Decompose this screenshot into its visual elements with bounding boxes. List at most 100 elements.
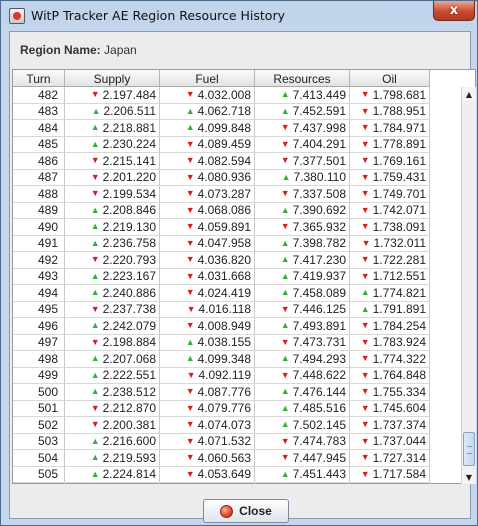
- cell-value: 2.230.224: [102, 137, 156, 152]
- arrow-down-icon: ▼: [360, 155, 370, 166]
- cell-turn: 482: [13, 87, 65, 104]
- cell-fuel: ▼ 4.068.086: [160, 202, 255, 219]
- cell-oil: ▼ 1.774.322: [350, 351, 430, 368]
- column-header-resources[interactable]: Resources: [255, 70, 350, 87]
- cell-oil: ▼ 1.742.071: [350, 202, 430, 219]
- column-header-fuel[interactable]: Fuel: [160, 70, 255, 87]
- arrow-down-icon: ▼: [360, 171, 370, 182]
- cell-value: 7.437.998: [292, 120, 346, 135]
- arrow-down-icon: ▼: [360, 369, 370, 380]
- cell-turn: 493: [13, 268, 65, 285]
- cell-value: 1.755.334: [372, 384, 426, 399]
- table-row[interactable]: 488 ▼ 2.199.534 ▼ 4.073.287 ▼ 7.337.508 ▼ 1.749.…: [13, 186, 461, 203]
- table-row[interactable]: 484 ▲ 2.218.881 ▲ 4.099.848 ▼ 7.437.998 ▼ 1.784.…: [13, 120, 461, 137]
- cell-resources: ▲ 7.502.145: [255, 417, 350, 434]
- table-row[interactable]: 506▲2.237.278▼4.047.738▲7.467.917▼1.707.…: [13, 483, 461, 484]
- arrow-up-icon: ▲: [90, 452, 100, 463]
- column-header-supply[interactable]: Supply: [65, 70, 160, 87]
- cell-fuel: ▲ 4.099.348: [160, 351, 255, 368]
- table-row[interactable]: 492 ▼ 2.220.793 ▼ 4.036.820 ▲ 7.417.230 ▼ 1.722.…: [13, 252, 461, 269]
- cell-resources: ▼ 7.448.622: [255, 367, 350, 384]
- cell-supply: ▲ 2.238.512: [65, 384, 160, 401]
- arrow-up-icon: ▲: [280, 468, 290, 479]
- close-button[interactable]: Close: [203, 499, 289, 523]
- cell-oil: ▼ 1.784.254: [350, 318, 430, 335]
- cell-turn: 487: [13, 169, 65, 186]
- column-header-turn[interactable]: Turn: [13, 70, 65, 87]
- scroll-up-icon[interactable]: ▲: [462, 87, 476, 101]
- table-row[interactable]: 504 ▲ 2.219.593 ▼ 4.060.563 ▼ 7.447.945 ▼ 1.727.…: [13, 450, 461, 467]
- table-row[interactable]: 487 ▼ 2.201.220 ▼ 4.080.936 ▲ 7.380.110 ▼ 1.759.…: [13, 169, 461, 186]
- table-row[interactable]: 483 ▲ 2.206.511 ▲ 4.062.718 ▲ 7.452.591 ▼ 1.788.…: [13, 103, 461, 120]
- cell-turn: 498: [13, 351, 65, 368]
- cell-value: 4.036.820: [197, 252, 251, 267]
- scroll-thumb[interactable]: [463, 432, 475, 466]
- table-row[interactable]: 489 ▲ 2.208.846 ▼ 4.068.086 ▲ 7.390.692 ▼ 1.742.…: [13, 202, 461, 219]
- cell-oil: ▼ 1.717.584: [350, 466, 430, 483]
- cell-fuel: ▼ 4.089.459: [160, 136, 255, 153]
- cell-value: 7.337.508: [292, 186, 346, 201]
- cell-value: 4.087.776: [197, 384, 251, 399]
- cell-value: 1.738.091: [372, 219, 426, 234]
- arrow-down-icon: ▼: [185, 270, 195, 281]
- table-row[interactable]: 500 ▲ 2.238.512 ▼ 4.087.776 ▲ 7.476.144 ▼ 1.755.…: [13, 384, 461, 401]
- cell-oil: ▼ 1.738.091: [350, 219, 430, 236]
- arrow-up-icon: ▲: [90, 386, 100, 397]
- cell-value: 2.201.220: [102, 170, 156, 185]
- table-row[interactable]: 482 ▼ 2.197.484 ▼ 4.032.008 ▲ 7.413.449 ▼ 1.798.…: [13, 87, 461, 104]
- cell-value: 7.458.089: [292, 285, 346, 300]
- cell-value: 2.207.068: [102, 351, 156, 366]
- window-close-button[interactable]: x: [433, 1, 475, 21]
- table-row[interactable]: 497 ▼ 2.198.884 ▲ 4.038.155 ▼ 7.473.731 ▼ 1.783.…: [13, 334, 461, 351]
- cell-value: 2.224.814: [102, 467, 156, 482]
- vertical-scrollbar[interactable]: ▲ ▼: [461, 87, 476, 484]
- arrow-down-icon: ▼: [185, 468, 195, 479]
- arrow-down-icon: ▼: [280, 435, 290, 446]
- table-body: 482 ▼ 2.197.484 ▼ 4.032.008 ▲ 7.413.449 ▼ 1.798.…: [13, 87, 461, 484]
- cell-turn: 484: [13, 120, 65, 137]
- cell-fuel: ▼ 4.024.419: [160, 285, 255, 302]
- cell-value: 4.073.287: [197, 186, 251, 201]
- table-row[interactable]: 491 ▲ 2.236.758 ▼ 4.047.958 ▲ 7.398.782 ▼ 1.732.…: [13, 235, 461, 252]
- table-row[interactable]: 501 ▼ 2.212.870 ▼ 4.079.776 ▲ 7.485.516 ▼ 1.745.…: [13, 400, 461, 417]
- column-header-oil[interactable]: Oil: [350, 70, 430, 87]
- table-row[interactable]: 490 ▲ 2.219.130 ▼ 4.059.891 ▼ 7.365.932 ▼ 1.738.…: [13, 219, 461, 236]
- cell-turn: 497: [13, 334, 65, 351]
- cell-value: 2.219.130: [102, 219, 156, 234]
- cell-value: 1.791.891: [372, 302, 426, 317]
- table-row[interactable]: 499 ▲ 2.222.551 ▼ 4.092.119 ▼ 7.448.622 ▼ 1.764.…: [13, 367, 461, 384]
- cell-resources: ▼ 7.365.932: [255, 219, 350, 236]
- table-row[interactable]: 503 ▲ 2.216.600 ▼ 4.071.532 ▼ 7.474.783 ▼ 1.737.…: [13, 433, 461, 450]
- table-row[interactable]: 486 ▼ 2.215.141 ▼ 4.082.594 ▼ 7.377.501 ▼ 1.769.…: [13, 153, 461, 170]
- cell-resources: ▼ 7.446.125: [255, 301, 350, 318]
- cell-resources: ▲ 7.390.692: [255, 202, 350, 219]
- arrow-down-icon: ▼: [185, 155, 195, 166]
- table-row[interactable]: 493 ▲ 2.223.167 ▼ 4.031.668 ▲ 7.419.937 ▼ 1.712.…: [13, 268, 461, 285]
- arrow-up-icon: ▲: [280, 320, 290, 331]
- table-row[interactable]: 498 ▲ 2.207.068 ▲ 4.099.348 ▲ 7.494.293 ▼ 1.774.…: [13, 351, 461, 368]
- cell-value: 7.380.110: [293, 170, 347, 185]
- table-row[interactable]: 496 ▲ 2.242.079 ▼ 4.008.949 ▲ 7.493.891 ▼ 1.784.…: [13, 318, 461, 335]
- arrow-down-icon: ▼: [360, 452, 370, 463]
- arrow-down-icon: ▼: [185, 188, 195, 199]
- cell-supply: ▲ 2.242.079: [65, 318, 160, 335]
- cell-value: 4.099.348: [197, 351, 251, 366]
- title-bar[interactable]: WitP Tracker AE Region Resource History …: [1, 1, 477, 31]
- arrow-up-icon: ▲: [185, 122, 195, 133]
- cell-value: 2.208.846: [102, 203, 156, 218]
- table-row[interactable]: 485 ▲ 2.230.224 ▼ 4.089.459 ▼ 7.404.291 ▼ 1.778.…: [13, 136, 461, 153]
- table-row[interactable]: 502 ▼ 2.200.381 ▼ 4.074.073 ▲ 7.502.145 ▼ 1.737.…: [13, 417, 461, 434]
- cell-value: 7.451.443: [292, 467, 346, 482]
- cell-value: 1.774.821: [372, 285, 426, 300]
- scroll-down-icon[interactable]: ▼: [462, 470, 476, 484]
- close-icon: x: [449, 3, 459, 18]
- cell-supply: ▼ 2.212.870: [65, 400, 160, 417]
- cell-supply: ▲ 2.236.758: [65, 235, 160, 252]
- cell-turn: 485: [13, 136, 65, 153]
- table-row[interactable]: 494 ▲ 2.240.886 ▼ 4.024.419 ▲ 7.458.089 ▲ 1.774.…: [13, 285, 461, 302]
- table-row[interactable]: 495 ▼ 2.237.738 ▼ 4.016.118 ▼ 7.446.125 ▲ 1.791.…: [13, 301, 461, 318]
- table-row[interactable]: 505 ▲ 2.224.814 ▼ 4.053.649 ▲ 7.451.443 ▼ 1.717.…: [13, 466, 461, 483]
- cell-value: 2.197.484: [102, 87, 156, 102]
- cell-value: 4.059.891: [197, 219, 251, 234]
- region-name-value: Japan: [104, 43, 137, 57]
